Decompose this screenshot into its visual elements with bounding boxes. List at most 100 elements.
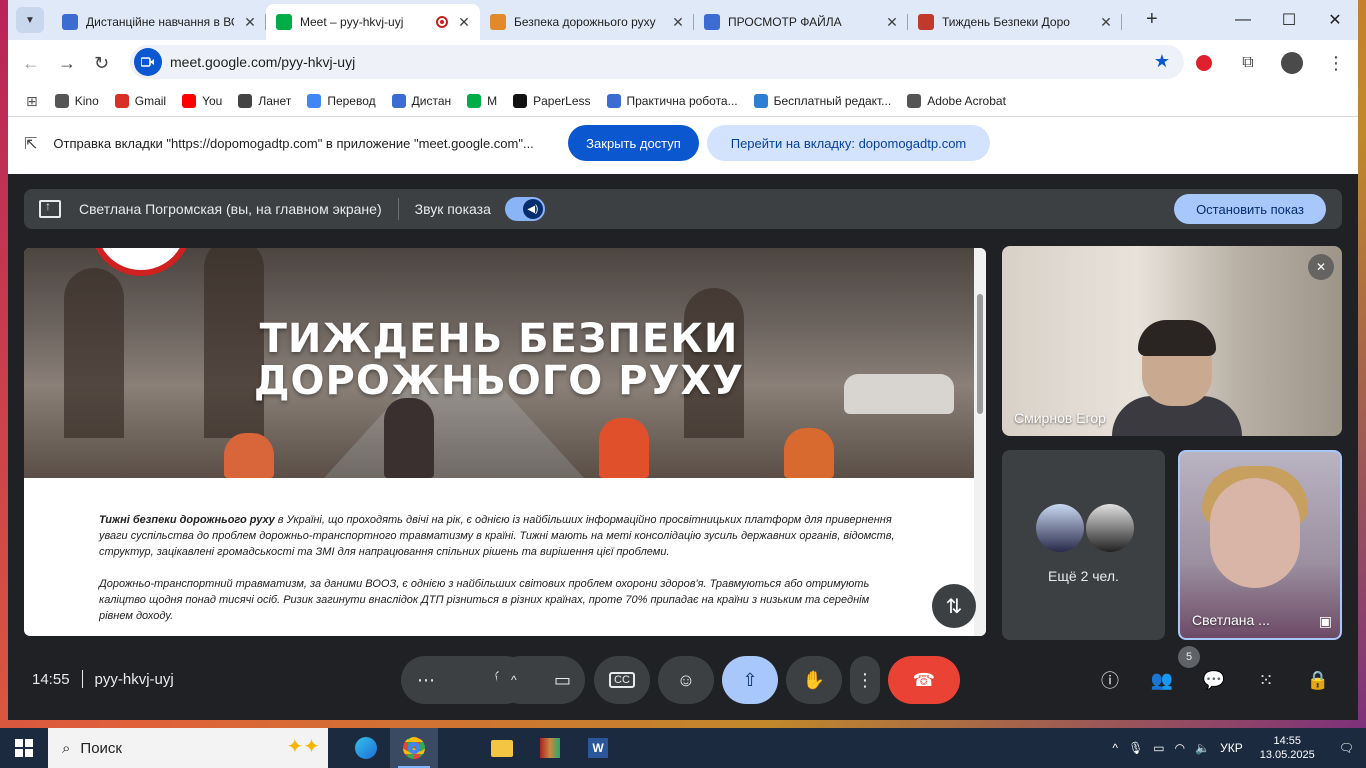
people-button[interactable]: 👥 [1138,656,1186,704]
bookmark-item[interactable]: Практична робота... [600,88,745,114]
browser-tab[interactable]: ПРОСМОТР ФАЙЛА ✕ [694,4,908,40]
more-options-button[interactable]: ⋮ [850,656,880,704]
battery-icon[interactable]: ▭ [1148,741,1169,755]
more-audio-options-icon[interactable]: ⋯ [417,670,435,691]
extensions-icon[interactable]: ⧉ [1226,54,1270,72]
close-tab-icon[interactable]: ✕ [242,14,258,31]
bookmark-item[interactable]: Kino [48,88,106,114]
camera-group: ^ ▭ [497,656,585,704]
toolbar-right: ⧉ ⋮ [1182,40,1358,86]
bookmark-item[interactable]: Adobe Acrobat [900,88,1013,114]
tab-favicon-icon [704,14,720,30]
browser-tab[interactable]: Дистанційне навчання в ВС ✕ [52,4,266,40]
bookmark-favicon-icon [391,94,406,108]
bookmark-star-icon[interactable]: ★ [1154,51,1170,72]
apps-grid-icon[interactable]: ⊞ [26,93,38,110]
chevron-up-icon[interactable]: ^ [511,673,517,687]
browser-tab[interactable]: Безпека дорожнього руху ✕ [480,4,694,40]
close-tab-icon[interactable]: ✕ [670,14,686,31]
chevron-up-icon[interactable]: ^ [1107,741,1123,755]
bookmark-item[interactable]: Перевод [300,88,382,114]
close-tab-icon[interactable]: ✕ [1098,14,1114,31]
present-button[interactable]: ⇧ [722,656,778,704]
tab-list: Дистанційне навчання в ВС ✕ Meet – pyy-hkv… [52,4,1122,40]
close-tab-icon[interactable]: ✕ [456,14,472,31]
more-participants-tile[interactable]: Ещё 2 чел. [1002,450,1165,640]
bookmark-label: Ланет [258,94,292,108]
divider [397,198,399,220]
language-indicator[interactable]: УКР [1215,741,1248,755]
more-menu-icon[interactable]: ⋮ [1314,53,1358,74]
chrome-app[interactable] [390,728,438,768]
bookmark-item[interactable]: Gmail [108,88,173,114]
tab-title: Тиждень Безпеки Доро [942,15,1070,29]
microphone-tray-icon[interactable]: 🎙 [1123,741,1148,755]
bookmark-item[interactable]: Бесплатный редакт... [747,88,899,114]
raise-hand-button[interactable]: ✋ [786,656,842,704]
search-placeholder: Поиск [80,739,122,757]
opera-extension-icon[interactable] [1182,55,1226,71]
stop-sharing-button[interactable]: Закрыть доступ [568,125,699,161]
scroll-thumb[interactable] [977,294,983,414]
minimize-button[interactable]: — [1220,0,1266,40]
lock-person-icon: 🔒 [1306,669,1330,690]
share-audio-toggle[interactable]: ◀) [504,197,545,221]
tab-search-button[interactable]: ▼ [16,7,44,33]
winrar-app[interactable] [526,728,574,768]
child-figure [384,398,434,478]
activities-button[interactable]: ⁙ [1242,656,1290,704]
notifications-icon[interactable]: 🗨 [1327,741,1366,755]
bookmarks-bar: ⊞ Kino Gmail You Ланет Перевод Дистан M PaperLe… [8,86,1358,116]
profile-avatar[interactable] [1270,52,1314,74]
bookmark-item[interactable]: PaperLess [506,88,597,114]
file-explorer-app[interactable] [478,728,526,768]
meeting-info: 14:55 pyy-hkvj-uyj [32,670,174,688]
volume-icon[interactable]: 🔈 [1190,741,1215,755]
browser-tab[interactable]: Тиждень Безпеки Доро ✕ [908,4,1122,40]
bookmark-item[interactable]: Ланет [231,88,298,114]
chevron-down-icon: ▼ [25,14,35,26]
captions-icon: CC [609,672,635,688]
reactions-button[interactable]: ☺ [658,656,714,704]
banner-title-line1: ТИЖДЕНЬ БЕЗПЕКИ [259,316,739,362]
avatar [1086,504,1134,552]
host-controls-button[interactable]: 🔒 [1294,656,1342,704]
switch-to-tab-button[interactable]: Перейти на вкладку: dopomogadtp.com [707,125,990,161]
bookmark-item[interactable]: Дистан [385,88,459,114]
browser-toolbar: ← → ↻ meet.google.com/pyy-hkvj-uyj ★ ⧉ ⋮ [8,40,1358,86]
participant-name: Светлана ... [1192,612,1270,628]
participant-tile-egor[interactable]: ✕ Смирнов Егор [1002,246,1342,436]
word-icon: W [588,738,608,758]
meet-call-area: Светлана Погромская (вы, на главном экра… [8,174,1358,720]
reload-button[interactable]: ↻ [94,53,109,74]
swap-layout-button[interactable]: ⇅ [932,584,976,628]
taskbar-search[interactable]: ⌕ Поиск ✦✦ [48,728,328,768]
sparkle-icon: ✦✦ [286,736,320,758]
browser-tab[interactable]: Meet – pyy-hkvj-uyj ✕ [266,4,480,40]
meeting-details-button[interactable]: ⓘ [1086,656,1134,704]
stop-presenting-button[interactable]: Остановить показ [1174,194,1326,224]
start-button[interactable] [0,728,48,768]
bookmark-item[interactable]: You [175,88,229,114]
participant-tile-self[interactable]: Светлана ... ▣ [1178,450,1342,640]
page-scrollbar[interactable] [974,248,986,636]
bookmark-item[interactable]: M [460,88,504,114]
pip-icon[interactable]: ▣ [1319,613,1332,630]
wifi-icon[interactable]: ◠ [1170,741,1190,755]
edge-app[interactable] [342,728,390,768]
leave-call-button[interactable]: ☎ [888,656,960,704]
forward-button[interactable]: → [58,53,76,74]
address-bar[interactable]: meet.google.com/pyy-hkvj-uyj ★ [130,45,1184,79]
word-app[interactable]: W [574,728,622,768]
close-window-button[interactable]: ✕ [1312,0,1358,40]
new-tab-button[interactable]: + [1146,8,1158,31]
captions-button[interactable]: CC [594,656,650,704]
tab-title: ПРОСМОТР ФАЙЛА [728,15,842,29]
taskbar-clock[interactable]: 14:55 13.05.2025 [1248,734,1327,762]
close-tab-icon[interactable]: ✕ [884,14,900,31]
camera-icon[interactable]: ▭ [554,670,571,691]
chat-button[interactable]: 💬 [1190,656,1238,704]
child-figure [224,433,274,478]
maximize-button[interactable]: ☐ [1266,0,1312,40]
back-button[interactable]: ← [22,53,40,74]
